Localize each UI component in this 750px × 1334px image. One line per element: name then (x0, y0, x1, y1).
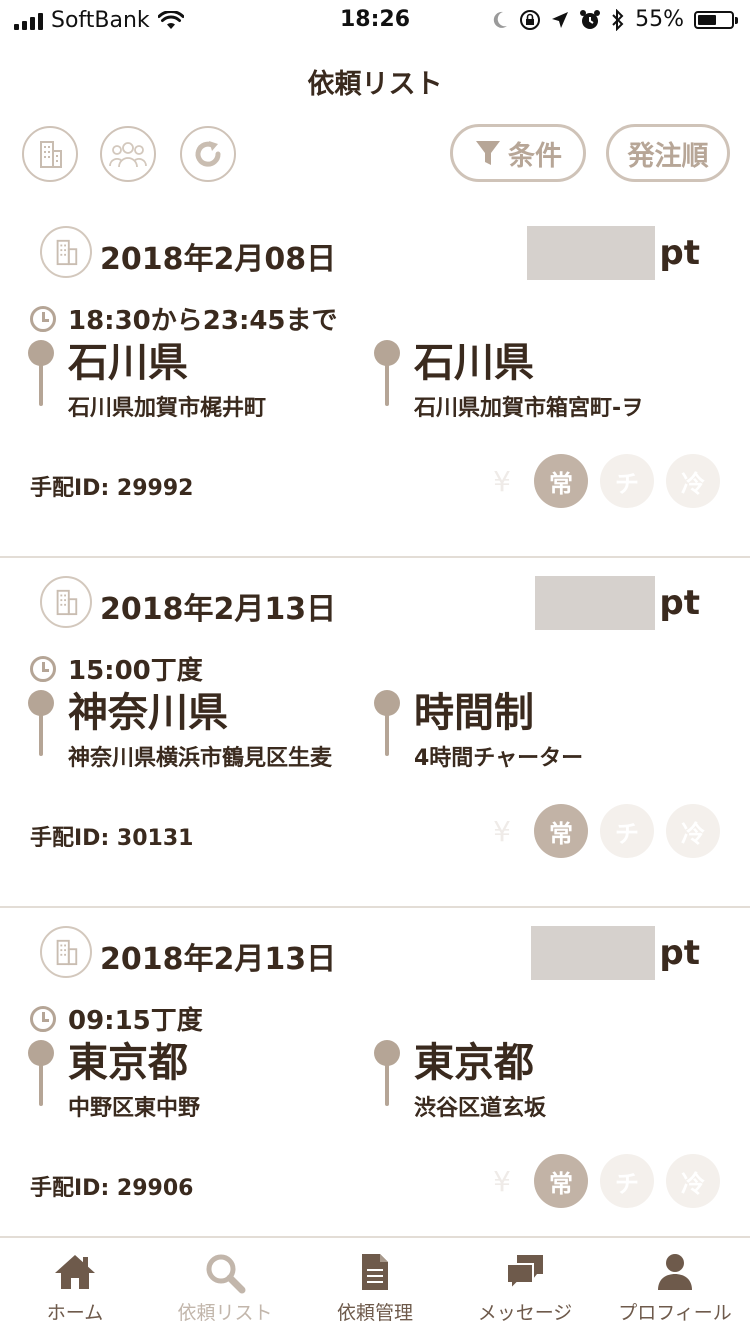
pin-icon (28, 1040, 54, 1110)
pin-icon (28, 340, 54, 410)
tab-label: メッセージ (477, 1302, 573, 1324)
funnel-icon (476, 141, 500, 165)
tab-profile[interactable]: プロフィール (600, 1238, 750, 1334)
order-date: 2018年2月08日 (100, 242, 337, 277)
toolbar: 条件 発注順 (0, 124, 750, 184)
category-icon-circle (40, 226, 92, 278)
clock-icon (30, 305, 56, 332)
sort-button[interactable]: 発注順 (606, 124, 730, 182)
bluetooth-icon (612, 8, 624, 31)
order-card[interactable]: 2018年2月13日 pt 09:15丁度 東京都 中野区東中野 東京都 渋谷区… (0, 908, 750, 1258)
pin-icon (374, 690, 400, 760)
person-icon (658, 1254, 692, 1290)
badge-charter: チ (600, 454, 654, 508)
category-icon-circle (40, 926, 92, 978)
tab-messages[interactable]: メッセージ (450, 1238, 600, 1334)
points-unit: pt (659, 933, 700, 973)
order-date: 2018年2月13日 (100, 942, 337, 977)
tab-request-management[interactable]: 依頼管理 (300, 1238, 450, 1334)
redacted-amount (527, 226, 656, 280)
badge-refrigerated: 冷 (666, 1154, 720, 1208)
group-icon (109, 142, 147, 168)
pin-icon (374, 1040, 400, 1110)
badge-refrigerated: 冷 (666, 804, 720, 858)
tab-home[interactable]: ホーム (0, 1238, 150, 1334)
filter-button[interactable]: 条件 (450, 124, 586, 182)
order-card[interactable]: 2018年2月08日 pt 18:30から23:45まで 石川県 石川県加賀市梶… (0, 208, 750, 558)
alarm-icon (580, 9, 601, 29)
order-id: 手配ID: 29906 (30, 1176, 194, 1201)
refresh-button[interactable] (180, 126, 236, 182)
building-filter-button[interactable] (22, 126, 78, 182)
page-title: 依頼リスト (307, 69, 443, 100)
category-icon-circle (40, 576, 92, 628)
yen-icon: ¥ (493, 1164, 511, 1198)
dropoff-prefecture: 時間制 (414, 690, 534, 736)
pickup-prefecture: 石川県 (68, 340, 188, 386)
pickup-address: 石川県加賀市梶井町 (68, 396, 267, 421)
moon-icon (493, 11, 508, 28)
tab-label: 依頼管理 (336, 1302, 413, 1324)
vehicle-badges: ¥ 常 チ 冷 (482, 804, 720, 858)
chat-icon (506, 1255, 543, 1292)
location-icon (552, 11, 569, 28)
rotation-lock-icon (520, 9, 541, 30)
status-bar: SoftBank 18:26 55% (0, 0, 750, 40)
yen-icon: ¥ (493, 464, 511, 498)
sort-button-label: 発注順 (627, 140, 709, 172)
badge-refrigerated: 冷 (666, 454, 720, 508)
points-unit: pt (659, 233, 700, 273)
badge-charter: チ (600, 1154, 654, 1208)
document-icon (362, 1254, 388, 1290)
tab-bar: ホーム 依頼リスト 依頼管理 メッセージ プロフィール (0, 1236, 750, 1334)
order-id: 手配ID: 29992 (30, 476, 194, 501)
order-date: 2018年2月13日 (100, 592, 337, 627)
order-card[interactable]: 2018年2月13日 pt 15:00丁度 神奈川県 神奈川県横浜市鶴見区生麦 … (0, 558, 750, 908)
dropoff-address: 4時間チャーター (414, 746, 584, 771)
badge-regular: 常 (534, 454, 588, 508)
clock-icon (30, 1005, 56, 1032)
order-points: pt (527, 226, 700, 280)
building-icon (56, 939, 78, 966)
redacted-amount (535, 576, 656, 630)
redacted-amount (531, 926, 656, 980)
vehicle-badges: ¥ 常 チ 冷 (482, 1154, 720, 1208)
tab-request-list[interactable]: 依頼リスト (150, 1238, 300, 1334)
order-id: 手配ID: 30131 (30, 826, 194, 851)
pickup-address: 中野区東中野 (68, 1096, 201, 1121)
building-icon (40, 141, 62, 168)
badge-regular: 常 (534, 1154, 588, 1208)
tab-label: ホーム (46, 1302, 104, 1324)
dropoff-prefecture: 東京都 (414, 1040, 534, 1086)
order-points: pt (531, 926, 700, 980)
order-points: pt (535, 576, 700, 630)
battery-icon (694, 10, 738, 29)
badge-regular: 常 (534, 804, 588, 858)
tab-label: 依頼リスト (177, 1302, 273, 1324)
clock-icon (30, 655, 56, 682)
building-icon (56, 589, 78, 616)
pin-icon (28, 690, 54, 760)
refresh-icon (195, 141, 221, 167)
yen-icon: ¥ (493, 814, 511, 848)
dropoff-address: 石川県加賀市箱宮町-ヲ (414, 396, 644, 421)
dropoff-prefecture: 石川県 (414, 340, 534, 386)
home-icon (55, 1255, 95, 1289)
pin-icon (374, 340, 400, 410)
points-unit: pt (659, 583, 700, 623)
filter-button-label: 条件 (508, 140, 562, 172)
tab-label: プロフィール (618, 1302, 732, 1324)
badge-charter: チ (600, 804, 654, 858)
pickup-prefecture: 神奈川県 (68, 690, 228, 736)
group-filter-button[interactable] (100, 126, 156, 182)
pickup-prefecture: 東京都 (68, 1040, 188, 1086)
dropoff-address: 渋谷区道玄坂 (414, 1096, 547, 1121)
building-icon (56, 239, 78, 266)
search-icon (206, 1254, 246, 1294)
pickup-address: 神奈川県横浜市鶴見区生麦 (68, 746, 333, 771)
vehicle-badges: ¥ 常 チ 冷 (482, 454, 720, 508)
battery-percent: 55% (635, 7, 684, 32)
